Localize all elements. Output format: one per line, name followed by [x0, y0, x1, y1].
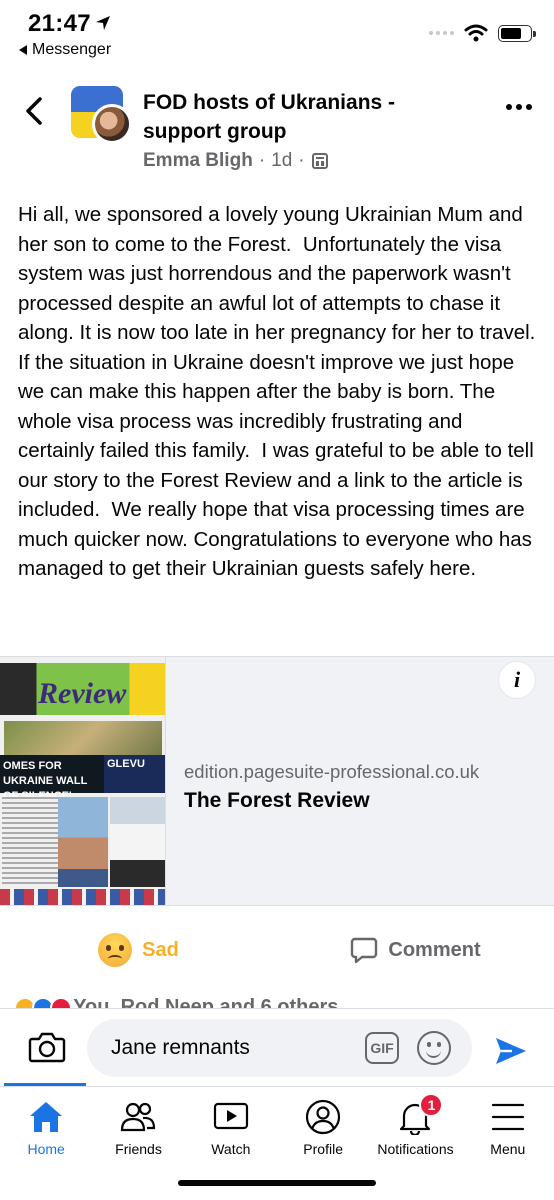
more-options-icon[interactable] — [506, 104, 532, 110]
thumb-columns — [2, 797, 58, 887]
gif-icon[interactable]: GIF — [365, 1032, 399, 1064]
thumb-photo-house — [110, 797, 165, 887]
location-arrow-icon — [95, 16, 110, 30]
tab-friends[interactable]: Friends — [92, 1087, 184, 1166]
meta-separator-2: · — [298, 150, 305, 171]
bottom-tab-bar: Home Friends Watch Profile 1 Notificatio… — [0, 1086, 554, 1166]
comment-label: Comment — [388, 938, 481, 961]
sad-reaction-button[interactable]: Sad — [0, 920, 277, 980]
post-age[interactable]: 1d — [271, 150, 292, 172]
send-icon[interactable] — [494, 1036, 528, 1066]
battery-icon — [498, 24, 536, 42]
comment-composer: Jane remnants GIF — [0, 1008, 554, 1086]
group-name[interactable]: FOD hosts of Ukranians - support group — [143, 88, 443, 146]
link-thumbnail[interactable]: Review OMES FOR UKRAINE WALL OF SILENCE'… — [0, 657, 166, 905]
thumb-flag-bunting — [0, 889, 165, 905]
link-info[interactable]: i edition.pagesuite-professional.co.uk T… — [166, 657, 554, 905]
thumb-masthead-title: Review — [38, 677, 127, 710]
sad-face-icon — [98, 933, 133, 967]
status-time: 21:47 — [28, 10, 111, 38]
tab-notifications[interactable]: 1 Notifications — [369, 1087, 461, 1166]
tab-home[interactable]: Home — [0, 1087, 92, 1166]
tab-home-label: Home — [27, 1141, 65, 1157]
link-domain: edition.pagesuite-professional.co.uk — [184, 761, 480, 782]
sad-label: Sad — [142, 938, 179, 961]
tab-profile-label: Profile — [303, 1141, 343, 1157]
menu-icon — [491, 1103, 524, 1131]
post-body: Hi all, we sponsored a lovely young Ukra… — [18, 203, 542, 580]
back-chevron-icon[interactable] — [22, 96, 48, 126]
info-icon[interactable]: i — [498, 661, 536, 699]
post-actions: Sad Comment — [0, 920, 554, 980]
tab-friends-label: Friends — [115, 1141, 162, 1157]
camera-icon[interactable] — [28, 1031, 66, 1063]
comment-button[interactable]: Comment — [277, 920, 554, 980]
cellular-signal-icon — [429, 31, 454, 35]
home-indicator — [178, 1180, 376, 1186]
notification-badge: 1 — [419, 1093, 444, 1117]
link-title: The Forest Review — [184, 789, 370, 812]
clock-text: 21:47 — [28, 10, 91, 37]
wifi-icon — [464, 24, 488, 42]
post-meta: Emma Bligh · 1d · — [143, 150, 329, 172]
comment-input[interactable]: Jane remnants GIF — [87, 1019, 472, 1077]
thumb-brand: GLEVU — [104, 755, 165, 793]
back-to-app-link[interactable]: Messenger — [18, 41, 111, 59]
meta-separator: · — [258, 150, 266, 171]
comment-bubble-icon — [351, 937, 378, 964]
link-preview-card[interactable]: Review OMES FOR UKRAINE WALL OF SILENCE'… — [0, 656, 554, 906]
home-icon — [30, 1102, 63, 1132]
emoji-icon[interactable] — [417, 1031, 451, 1065]
tab-watch[interactable]: Watch — [185, 1087, 277, 1166]
thumb-photo-people — [58, 797, 108, 887]
comment-input-value: Jane remnants — [111, 1036, 250, 1059]
tab-profile[interactable]: Profile — [277, 1087, 369, 1166]
tab-watch-label: Watch — [211, 1141, 251, 1157]
group-privacy-icon — [311, 153, 328, 169]
tab-menu-label: Menu — [490, 1141, 526, 1157]
author-avatar[interactable] — [92, 104, 132, 144]
tab-notifications-label: Notifications — [377, 1141, 454, 1157]
friends-icon — [121, 1102, 156, 1132]
back-triangle-icon — [19, 45, 27, 55]
status-indicators — [429, 24, 536, 42]
watch-icon — [213, 1102, 248, 1130]
back-app-label: Messenger — [32, 41, 112, 58]
profile-icon — [306, 1099, 341, 1135]
tab-menu[interactable]: Menu — [462, 1087, 554, 1166]
author-name[interactable]: Emma Bligh — [143, 150, 253, 172]
thumb-headline: OMES FOR UKRAINE WALL OF SILENCE' — [0, 755, 104, 802]
